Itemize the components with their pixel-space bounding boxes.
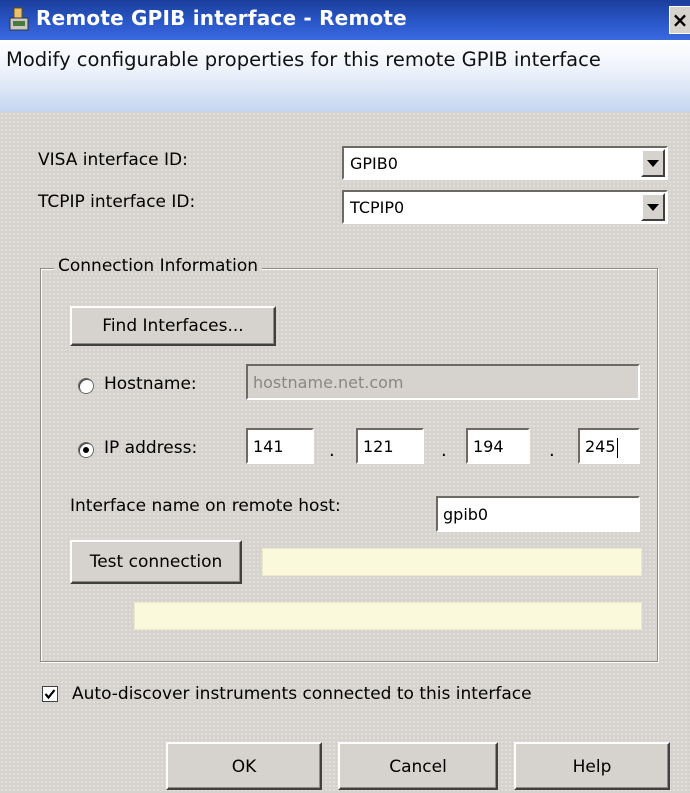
- visa-interface-label: VISA interface ID:: [38, 150, 188, 170]
- connection-group-title: Connection Information: [54, 256, 262, 276]
- hostname-radio[interactable]: [78, 378, 94, 394]
- connection-status-field: [262, 548, 642, 576]
- dropdown-arrow-icon[interactable]: [641, 193, 665, 221]
- remote-interface-name-value: gpib0: [443, 505, 489, 524]
- title-bar: Remote GPIB interface - Remote: [0, 0, 690, 40]
- hostname-label: Hostname:: [104, 374, 197, 394]
- hostname-placeholder: hostname.net.com: [253, 373, 404, 392]
- text-cursor: [616, 437, 618, 458]
- ip-separator: .: [329, 440, 335, 461]
- window-title: Remote GPIB interface - Remote: [36, 6, 407, 30]
- ip-address-radio[interactable]: [78, 442, 94, 458]
- visa-interface-value: GPIB0: [350, 154, 398, 173]
- ip-address-label: IP address:: [104, 438, 198, 458]
- ip-octet-3: 194: [473, 437, 504, 456]
- remote-interface-name-input[interactable]: gpib0: [436, 496, 640, 532]
- remote-interface-name-label: Interface name on remote host:: [70, 496, 341, 516]
- dropdown-arrow-icon[interactable]: [641, 149, 665, 177]
- tcpip-interface-value: TCPIP0: [350, 198, 405, 217]
- connection-detail-field: [134, 602, 642, 630]
- ip-octet-2-input[interactable]: 121: [356, 428, 424, 464]
- help-label: Help: [572, 757, 612, 777]
- ip-octet-1-input[interactable]: 141: [246, 428, 314, 464]
- cancel-label: Cancel: [389, 757, 447, 777]
- find-interfaces-label: Find Interfaces...: [102, 316, 244, 336]
- cancel-button[interactable]: Cancel: [338, 742, 498, 790]
- ip-separator: .: [441, 440, 447, 461]
- ip-octet-2: 121: [363, 437, 394, 456]
- app-icon: [9, 7, 29, 31]
- test-connection-label: Test connection: [89, 552, 223, 572]
- dialog-subtitle: Modify configurable properties for this …: [6, 48, 601, 71]
- auto-discover-checkbox[interactable]: [42, 686, 58, 702]
- tcpip-interface-label: TCPIP interface ID:: [38, 192, 196, 212]
- ip-octet-4: 245: [585, 437, 618, 458]
- close-icon[interactable]: ×: [669, 6, 690, 34]
- hostname-input[interactable]: hostname.net.com: [246, 364, 640, 400]
- ip-octet-1: 141: [253, 437, 284, 456]
- ip-octet-4-text: 245: [585, 437, 616, 456]
- auto-discover-label: Auto-discover instruments connected to t…: [72, 684, 532, 704]
- ok-label: OK: [231, 757, 257, 777]
- ip-separator: .: [549, 440, 555, 461]
- find-interfaces-button[interactable]: Find Interfaces...: [70, 306, 276, 346]
- checkmark-icon: [44, 689, 56, 700]
- test-connection-button[interactable]: Test connection: [70, 540, 242, 584]
- help-button[interactable]: Help: [514, 742, 670, 790]
- ok-button[interactable]: OK: [166, 742, 322, 790]
- tcpip-interface-dropdown[interactable]: TCPIP0: [342, 190, 668, 224]
- visa-interface-dropdown[interactable]: GPIB0: [342, 146, 668, 180]
- ip-octet-4-input[interactable]: 245: [578, 428, 640, 464]
- ip-octet-3-input[interactable]: 194: [466, 428, 530, 464]
